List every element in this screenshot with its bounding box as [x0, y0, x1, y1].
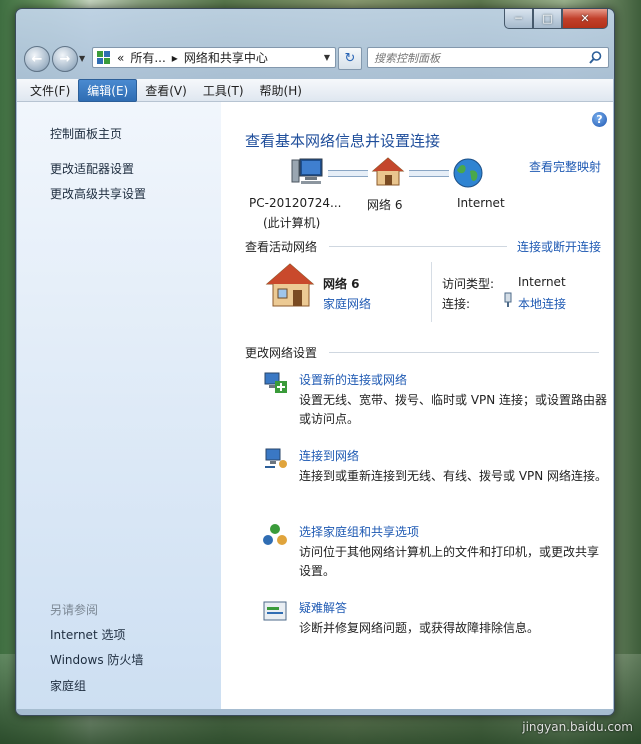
- access-type-label: 访问类型:: [442, 277, 495, 291]
- menu-file[interactable]: 文件(F): [22, 80, 78, 101]
- menu-bar: 文件(F) 编辑(E) 查看(V) 工具(T) 帮助(H): [17, 78, 613, 102]
- internet-node-label: Internet: [457, 196, 505, 210]
- see-also-heading: 另请参阅: [50, 603, 99, 617]
- network-center-icon: [97, 50, 111, 65]
- menu-help[interactable]: 帮助(H): [252, 80, 310, 101]
- close-button[interactable]: ✕: [562, 9, 608, 29]
- sidebar: 控制面板主页 更改适配器设置 更改高级共享设置 另请参阅 Internet 选项…: [17, 102, 221, 709]
- task-connect-network-desc: 连接到或重新连接到无线、有线、拨号或 VPN 网络连接。: [299, 469, 608, 483]
- page-title: 查看基本网络信息并设置连接: [245, 132, 441, 150]
- network-node-label: 网络 6: [367, 198, 403, 212]
- breadcrumb-all-items[interactable]: 所有...: [130, 49, 165, 66]
- breadcrumb-current[interactable]: 网络和共享中心: [184, 49, 268, 66]
- task-homegroup-sharing-link[interactable]: 选择家庭组和共享选项: [299, 523, 419, 540]
- main-content: ? 查看基本网络信息并设置连接 查看完整映射 PC-20120724... (此…: [221, 102, 613, 709]
- back-button[interactable]: ←: [24, 46, 50, 72]
- search-input[interactable]: [368, 48, 586, 69]
- task-setup-connection-desc: 设置无线、宽带、拨号、临时或 VPN 连接；或设置路由器或访问点。: [299, 393, 608, 426]
- history-dropdown-icon[interactable]: ▼: [79, 54, 85, 63]
- sidebar-item-change-adapter-settings[interactable]: 更改适配器设置: [50, 160, 134, 177]
- section-divider: [329, 246, 507, 247]
- ethernet-icon: [504, 292, 512, 307]
- task-setup-connection-link[interactable]: 设置新的连接或网络: [299, 371, 407, 388]
- pc-name-label: PC-20120724...: [249, 196, 342, 210]
- access-type-value: Internet: [518, 275, 566, 289]
- menu-tools[interactable]: 工具(T): [195, 80, 252, 101]
- task-troubleshoot-link[interactable]: 疑难解答: [299, 599, 347, 616]
- local-connection-link[interactable]: 本地连接: [518, 295, 566, 312]
- troubleshoot-icon[interactable]: [262, 599, 288, 623]
- task-troubleshoot-desc: 诊断并修复网络问题，或获得故障排除信息。: [299, 621, 540, 635]
- forward-button[interactable]: →: [52, 46, 78, 72]
- computer-icon[interactable]: [290, 157, 324, 187]
- pc-sub-label: (此计算机): [263, 216, 321, 230]
- connect-disconnect-link[interactable]: 连接或断开连接: [517, 238, 601, 255]
- active-network-name: 网络 6: [323, 277, 360, 291]
- change-settings-heading: 更改网络设置: [245, 346, 318, 360]
- section-divider: [329, 352, 599, 353]
- search-box[interactable]: [367, 47, 609, 69]
- task-connect-network-link[interactable]: 连接到网络: [299, 447, 359, 464]
- breadcrumb-overflow[interactable]: «: [117, 51, 124, 65]
- watermark: jingyan.baidu.com: [522, 720, 633, 734]
- connector-pc-network: [328, 170, 368, 177]
- connection-label: 连接:: [442, 297, 471, 311]
- active-networks-heading: 查看活动网络: [245, 240, 318, 254]
- sidebar-item-internet-options[interactable]: Internet 选项: [50, 626, 125, 643]
- internet-globe-icon[interactable]: [452, 157, 484, 189]
- search-icon[interactable]: [589, 51, 602, 64]
- minimize-button[interactable]: ─: [504, 9, 533, 29]
- breadcrumb-separator[interactable]: ▸: [172, 51, 178, 65]
- window-body: 控制面板主页 更改适配器设置 更改高级共享设置 另请参阅 Internet 选项…: [17, 102, 613, 709]
- menu-edit[interactable]: 编辑(E): [78, 78, 138, 102]
- address-bar[interactable]: « 所有... ▸ 网络和共享中心 ▼: [92, 47, 336, 68]
- homegroup-icon[interactable]: [262, 523, 288, 547]
- view-full-map-link[interactable]: 查看完整映射: [529, 158, 601, 175]
- new-connection-icon[interactable]: [262, 371, 288, 395]
- active-home-network-icon[interactable]: [265, 262, 315, 308]
- address-dropdown-icon[interactable]: ▼: [319, 53, 335, 62]
- home-network-icon[interactable]: [371, 157, 405, 187]
- navigation-bar: ← → ▼ « 所有... ▸ 网络和共享中心 ▼ ↻: [16, 44, 614, 74]
- help-icon[interactable]: ?: [592, 112, 607, 127]
- task-homegroup-sharing-desc: 访问位于其他网络计算机上的文件和打印机，或更改共享设置。: [299, 545, 600, 578]
- sidebar-item-change-advanced-sharing[interactable]: 更改高级共享设置: [50, 185, 146, 202]
- network-type-link[interactable]: 家庭网络: [323, 295, 371, 312]
- connector-network-internet: [409, 170, 449, 177]
- vertical-divider: [431, 262, 432, 322]
- connect-to-network-icon[interactable]: [262, 447, 288, 471]
- menu-view[interactable]: 查看(V): [137, 80, 195, 101]
- control-panel-window: ─ □ ✕ ← → ▼ « 所有... ▸ 网络和共享中心 ▼ ↻ 搜索控制面板…: [15, 8, 615, 716]
- maximize-button[interactable]: □: [533, 9, 562, 29]
- sidebar-item-windows-firewall[interactable]: Windows 防火墙: [50, 651, 143, 668]
- sidebar-item-control-panel-home[interactable]: 控制面板主页: [50, 125, 122, 142]
- refresh-button[interactable]: ↻: [338, 47, 362, 70]
- sidebar-item-homegroup[interactable]: 家庭组: [50, 677, 86, 694]
- window-controls: ─ □ ✕: [504, 9, 608, 29]
